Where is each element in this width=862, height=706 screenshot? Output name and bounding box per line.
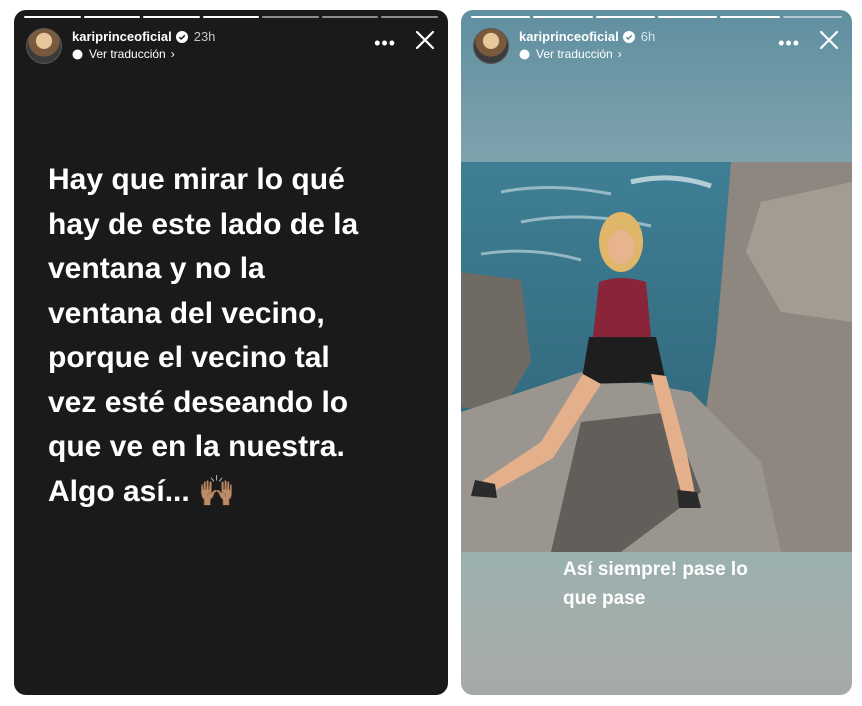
story-header: kariprinceoficial 23h Ver traducción › •…: [26, 26, 436, 70]
translate-bubble-icon: [519, 49, 530, 59]
caption-line: Así siempre! pase lo: [563, 559, 748, 580]
chevron-right-icon: ›: [170, 47, 175, 61]
translate-label: Ver traducción: [89, 47, 166, 61]
story-text-line: que ve en la nuestra.: [48, 430, 345, 463]
story-text-line: Algo así...: [48, 474, 190, 508]
close-icon[interactable]: [414, 29, 436, 51]
translate-bubble-icon: [72, 49, 83, 59]
verified-badge-icon: [622, 30, 635, 43]
story-panel-left[interactable]: kariprinceoficial 23h Ver traducción › •…: [14, 10, 448, 695]
more-options-icon[interactable]: •••: [778, 33, 800, 54]
story-caption: Así siempre! pase lo que pase: [563, 555, 803, 613]
story-progress-bar: [471, 16, 842, 18]
avatar[interactable]: [473, 28, 509, 64]
story-text-line: Hay que mirar lo qué: [48, 163, 345, 196]
more-options-icon[interactable]: •••: [374, 33, 396, 54]
story-text-line: porque el vecino tal: [48, 341, 330, 374]
username[interactable]: kariprinceoficial: [72, 29, 172, 44]
post-time: 6h: [640, 29, 656, 44]
story-text-line: ventana del vecino,: [48, 296, 325, 330]
story-text-line: ventana y no la: [48, 252, 265, 285]
username[interactable]: kariprinceoficial: [519, 29, 619, 44]
avatar[interactable]: [26, 28, 62, 64]
translate-label: Ver traducción: [536, 47, 613, 61]
story-text-line: vez esté deseando lo: [48, 385, 349, 419]
story-photo: [461, 162, 852, 552]
story-progress-bar: [24, 16, 439, 18]
story-header: kariprinceoficial 6h Ver traducción › ••…: [473, 26, 840, 70]
story-text-line: hay de este lado de la: [48, 207, 359, 241]
caption-line: que pase: [563, 588, 646, 609]
translate-link[interactable]: Ver traducción ›: [72, 47, 175, 61]
translate-link[interactable]: Ver traducción ›: [519, 47, 622, 61]
close-icon[interactable]: [818, 29, 840, 51]
verified-badge-icon: [175, 30, 188, 43]
story-panel-right[interactable]: kariprinceoficial 6h Ver traducción › ••…: [461, 10, 852, 695]
story-text: Hay que mirar lo qué hay de este lado de…: [48, 158, 428, 514]
post-time: 23h: [193, 29, 216, 44]
raised-hands-emoji: 🙌🏽: [198, 474, 236, 508]
chevron-right-icon: ›: [617, 47, 622, 61]
